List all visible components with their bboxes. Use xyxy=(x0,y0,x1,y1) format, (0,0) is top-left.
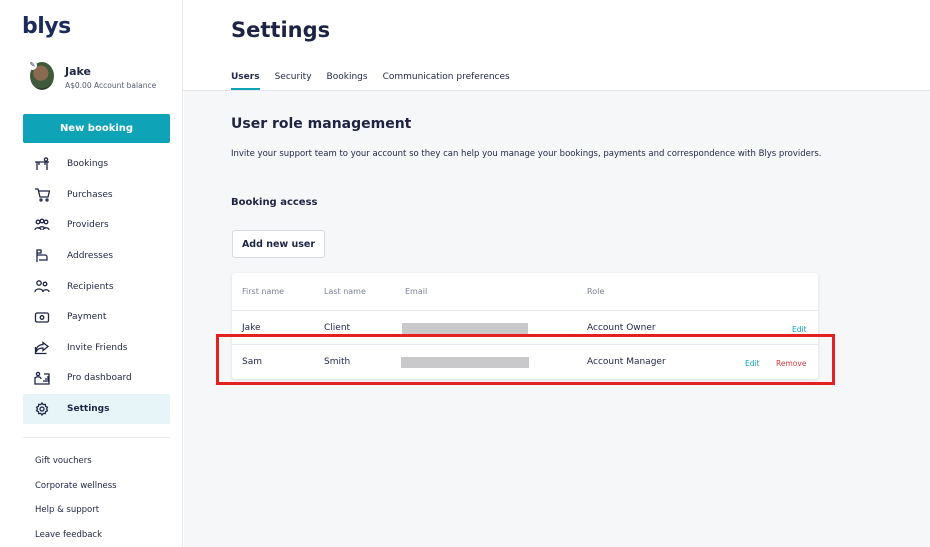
share-icon xyxy=(34,340,50,355)
cell-last-name: Client xyxy=(324,323,351,333)
sidebar-item-payment[interactable]: Payment xyxy=(23,302,170,333)
gear-icon xyxy=(34,401,50,416)
sidebar-nav: Bookings Purchases Providers Addresses R… xyxy=(23,149,170,425)
header-email: Email xyxy=(405,287,428,296)
profile-card[interactable]: ✎ Jake A$0.00 Account balance xyxy=(28,61,180,92)
corporate-wellness-link[interactable]: Corporate wellness xyxy=(35,478,117,503)
edit-pencil-icon[interactable]: ✎ xyxy=(28,61,37,70)
sidebar-item-label: Recipients xyxy=(67,281,114,292)
header-role: Role xyxy=(587,287,605,296)
users-icon xyxy=(34,279,50,293)
cart-icon xyxy=(34,187,50,202)
tab-users[interactable]: Users xyxy=(231,72,260,90)
sidebar-item-purchases[interactable]: Purchases xyxy=(23,180,170,211)
cell-first-name: Jake xyxy=(242,323,261,333)
mailbox-icon xyxy=(34,249,50,263)
edit-user-link[interactable]: Edit xyxy=(792,325,807,334)
sidebar-item-label: Payment xyxy=(67,312,107,323)
redacted-email xyxy=(402,323,528,334)
highlight-annotation-box xyxy=(216,334,835,385)
dashboard-icon xyxy=(34,371,50,385)
tab-security[interactable]: Security xyxy=(275,72,312,90)
app-window: blys ✎ Jake A$0.00 Account balance New b… xyxy=(0,0,930,547)
help-support-link[interactable]: Help & support xyxy=(35,502,117,527)
sidebar-item-label: Bookings xyxy=(67,159,109,170)
cell-role: Account Owner xyxy=(587,323,656,333)
sidebar-item-label: Addresses xyxy=(67,251,114,262)
sidebar-item-settings[interactable]: Settings xyxy=(23,393,170,425)
gift-vouchers-link[interactable]: Gift vouchers xyxy=(35,453,117,478)
sidebar: blys ✎ Jake A$0.00 Account balance New b… xyxy=(0,0,183,547)
new-booking-button[interactable]: New booking xyxy=(23,114,170,143)
sidebar-item-invite-friends[interactable]: Invite Friends xyxy=(23,333,170,364)
header-last-name: Last name xyxy=(324,287,366,296)
sidebar-item-label: Settings xyxy=(67,404,110,415)
sidebar-item-label: Pro dashboard xyxy=(67,373,132,384)
leave-feedback-link[interactable]: Leave feedback xyxy=(35,527,117,547)
page-title: Settings xyxy=(231,18,331,42)
settings-tabs: Users Security Bookings Communication pr… xyxy=(231,72,525,90)
tab-communication-preferences[interactable]: Communication preferences xyxy=(383,72,510,90)
sidebar-divider xyxy=(23,437,170,438)
card-icon xyxy=(34,310,50,324)
sidebar-item-pro-dashboard[interactable]: Pro dashboard xyxy=(23,363,170,394)
sidebar-item-recipients[interactable]: Recipients xyxy=(23,271,170,302)
blys-logo[interactable]: blys xyxy=(22,14,71,39)
header-first-name: First name xyxy=(242,287,285,296)
sidebar-item-addresses[interactable]: Addresses xyxy=(23,241,170,272)
massage-table-icon xyxy=(34,157,50,171)
sidebar-footer: Gift vouchers Corporate wellness Help & … xyxy=(35,453,117,547)
booking-access-heading: Booking access xyxy=(231,197,318,208)
sidebar-item-label: Invite Friends xyxy=(67,342,128,353)
section-description: Invite your support team to your account… xyxy=(231,149,822,159)
group-icon xyxy=(34,218,50,232)
profile-name: Jake xyxy=(65,65,91,78)
tab-bookings[interactable]: Bookings xyxy=(327,72,368,90)
sidebar-item-label: Purchases xyxy=(67,189,113,200)
section-title: User role management xyxy=(231,116,412,132)
account-balance: A$0.00 Account balance xyxy=(65,81,157,90)
sidebar-item-bookings[interactable]: Bookings xyxy=(23,149,170,180)
sidebar-item-label: Providers xyxy=(67,220,109,231)
sidebar-item-providers[interactable]: Providers xyxy=(23,210,170,241)
add-new-user-button[interactable]: Add new user xyxy=(232,230,325,258)
